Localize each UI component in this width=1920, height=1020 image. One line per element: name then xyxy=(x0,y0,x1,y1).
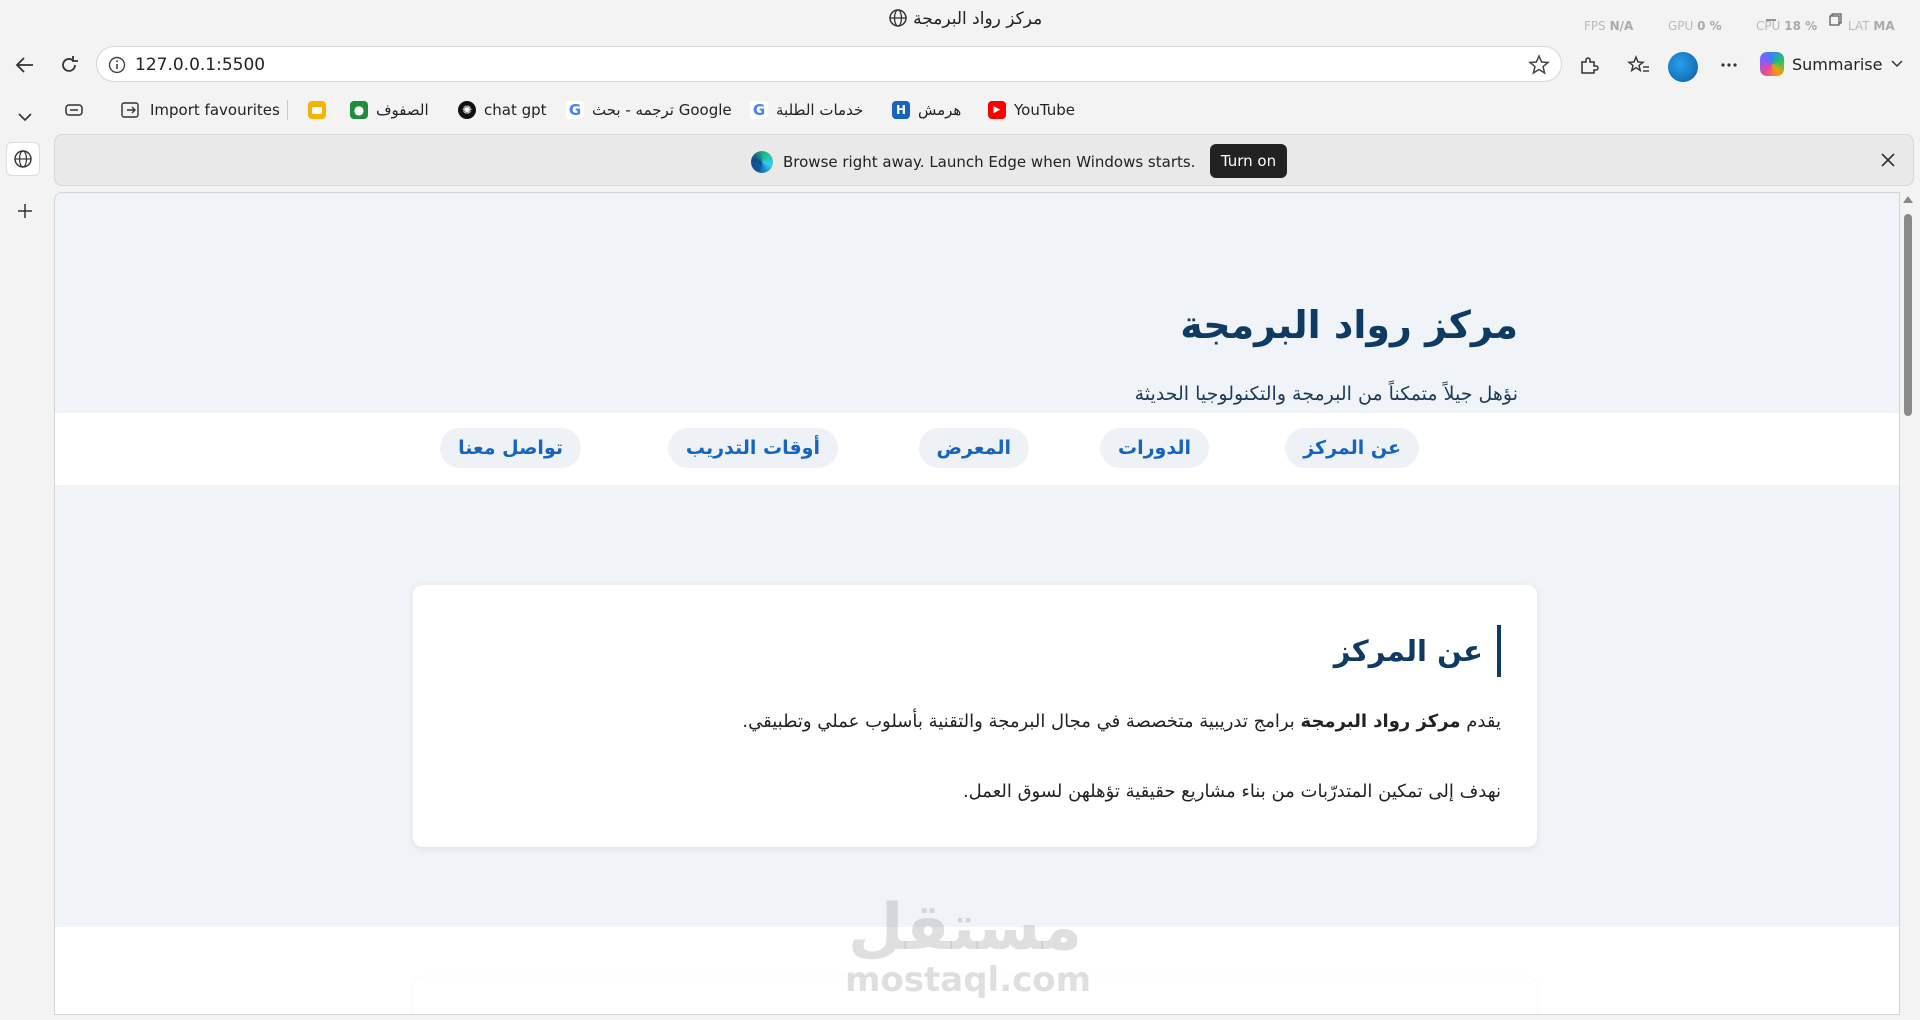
perf-lat: LAT MA xyxy=(1848,19,1895,33)
page-title: مركز رواد البرمجة xyxy=(1180,303,1518,347)
perf-fps: FPS N/A xyxy=(1584,19,1634,33)
about-paragraph-1: يقدم مركز رواد البرمجة برامج تدريبية متخ… xyxy=(742,711,1501,732)
bookmark-youtube[interactable]: ▶ YouTube xyxy=(988,98,1075,122)
center-name: مركز رواد البرمجة xyxy=(1300,711,1461,732)
globe-icon xyxy=(889,9,907,27)
bookmark-harmash[interactable]: H هرمش xyxy=(892,98,961,122)
nav-link-gallery[interactable]: المعرض xyxy=(918,428,1029,468)
bookmark-label: خدمات الطلبة xyxy=(776,101,864,119)
close-icon[interactable] xyxy=(1877,149,1899,171)
restore-icon[interactable] xyxy=(1820,8,1850,32)
bookmark-google-translate[interactable]: G ترجمه - بحث Google xyxy=(566,98,732,122)
nav-link-schedule[interactable]: أوقات التدريب xyxy=(667,428,838,468)
scroll-up-arrow-icon[interactable] xyxy=(1903,196,1913,203)
import-icon xyxy=(121,102,139,118)
more-menu-button[interactable] xyxy=(1712,48,1746,82)
chevron-down-icon xyxy=(18,113,32,122)
navigation-row: 127.0.0.1:5500 Summarise xyxy=(0,44,1920,86)
about-p1-before: يقدم xyxy=(1466,711,1501,732)
back-button[interactable] xyxy=(8,48,42,82)
url-text[interactable]: 127.0.0.1:5500 xyxy=(135,55,265,75)
window-title: مركز رواد البرمجة xyxy=(913,9,1043,29)
reading-view-button[interactable] xyxy=(64,98,84,122)
edge-logo-icon xyxy=(751,151,773,173)
minimize-icon[interactable] xyxy=(1756,8,1786,32)
vertical-tab-strip xyxy=(0,113,50,1020)
bookmark-classroom[interactable]: ● الصفوف xyxy=(350,98,429,122)
bookmark-slides[interactable] xyxy=(308,98,326,122)
google-icon: G xyxy=(566,101,584,119)
turn-on-button[interactable]: Turn on xyxy=(1210,144,1287,178)
profile-avatar[interactable] xyxy=(1668,52,1698,82)
chevron-down-icon xyxy=(1891,60,1904,68)
harmash-icon: H xyxy=(892,101,910,119)
address-bar[interactable]: 127.0.0.1:5500 xyxy=(96,46,1562,82)
favourites-button[interactable] xyxy=(1622,48,1656,82)
globe-icon xyxy=(14,150,32,168)
reload-button[interactable] xyxy=(52,48,86,82)
plus-icon xyxy=(18,204,32,218)
scrollbar-thumb[interactable] xyxy=(1904,214,1912,416)
slides-icon xyxy=(308,101,326,119)
puzzle-icon xyxy=(1581,57,1599,74)
classroom-icon: ● xyxy=(350,101,368,119)
nav-link-courses[interactable]: الدورات xyxy=(1100,428,1209,468)
bookmark-label: chat gpt xyxy=(484,101,547,119)
active-tab[interactable] xyxy=(6,142,40,176)
watermark-latin: mostaql.com xyxy=(845,960,1092,1000)
tab-actions-icon xyxy=(65,104,83,116)
extensions-button[interactable] xyxy=(1572,48,1606,82)
watermark-arabic: مستقل xyxy=(847,891,1083,965)
about-card: عن المركز يقدم مركز رواد البرمجة برامج ت… xyxy=(413,585,1537,847)
info-icon[interactable] xyxy=(107,55,127,75)
bookmark-label: الصفوف xyxy=(376,101,429,119)
tab-list-toggle[interactable] xyxy=(8,100,42,134)
about-heading: عن المركز xyxy=(1334,625,1501,677)
about-paragraph-2: نهدف إلى تمكين المتدرّبات من بناء مشاريع… xyxy=(962,781,1501,802)
bookmarks-bar: Import favourites ● الصفوف ✺ chat gpt G … xyxy=(0,92,1920,128)
bookmark-label: ترجمه - بحث Google xyxy=(592,101,732,119)
import-favourites-label: Import favourites xyxy=(150,101,280,119)
web-content: مركز رواد البرمجة نؤهل جيلاً متمكناً من … xyxy=(54,192,1900,1015)
favourite-star-icon[interactable] xyxy=(1527,53,1551,77)
new-tab-button[interactable] xyxy=(8,194,42,228)
page-subtitle: نؤهل جيلاً متمكناً من البرمجة والتكنولوج… xyxy=(1134,383,1518,405)
copilot-icon xyxy=(1760,52,1784,76)
youtube-icon: ▶ xyxy=(988,101,1006,119)
more-dots-icon xyxy=(1721,63,1737,67)
infobar-message-wrap: Browse right away. Launch Edge when Wind… xyxy=(751,151,1195,173)
perf-gpu: GPU 0 % xyxy=(1668,19,1722,33)
bookmark-label: هرمش xyxy=(918,101,962,119)
startup-boost-infobar: Browse right away. Launch Edge when Wind… xyxy=(54,134,1914,186)
bookmark-label: YouTube xyxy=(1014,101,1075,119)
bookmark-student-services[interactable]: G خدمات الطلبة xyxy=(750,98,863,122)
favourites-list-icon xyxy=(1627,55,1649,73)
back-arrow-icon xyxy=(15,57,33,73)
mostaql-watermark: مستقل mostaql.com xyxy=(845,891,1092,1000)
summarise-label: Summarise xyxy=(1792,54,1883,74)
nav-link-about[interactable]: عن المركز xyxy=(1285,428,1419,468)
nav-link-contact[interactable]: تواصل معنا xyxy=(440,428,581,468)
summarise-button[interactable]: Summarise xyxy=(1760,48,1910,80)
vertical-scrollbar[interactable] xyxy=(1900,192,1916,1015)
about-p1-after: برامج تدريبية متخصصة في مجال البرمجة وال… xyxy=(742,711,1295,732)
infobar-message: Browse right away. Launch Edge when Wind… xyxy=(783,153,1196,171)
bookmarks-separator xyxy=(287,100,288,120)
bookmark-chatgpt[interactable]: ✺ chat gpt xyxy=(458,98,547,122)
google-icon: G xyxy=(750,101,768,119)
site-nav: عن المركز الدورات المعرض أوقات التدريب ت… xyxy=(55,413,1899,485)
import-favourites[interactable]: Import favourites xyxy=(120,98,280,122)
chatgpt-icon: ✺ xyxy=(458,101,476,119)
reload-icon xyxy=(62,56,78,72)
title-bar: مركز رواد البرمجة FPS N/A GPU 0 % CPU 18… xyxy=(0,0,1920,40)
